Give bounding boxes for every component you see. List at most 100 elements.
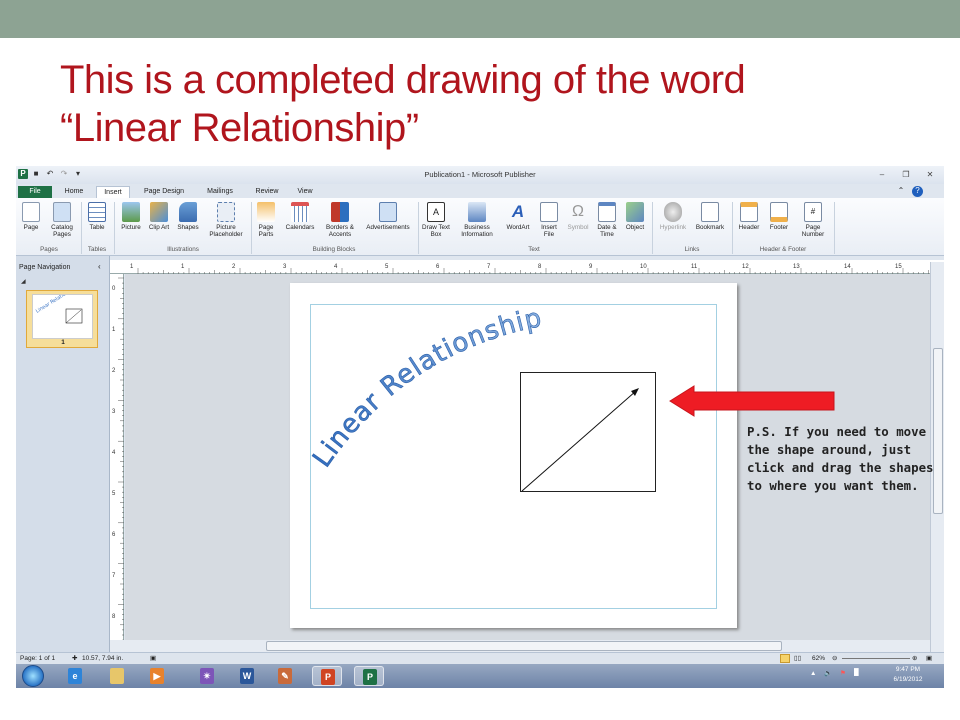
expand-triangle-icon[interactable]: ◢ [21, 278, 26, 285]
ruler-label: 3 [112, 409, 116, 415]
red-left-arrow [669, 385, 835, 417]
top-accent-band [0, 0, 960, 38]
window-title: Publication1 - Microsoft Publisher [424, 170, 536, 179]
tab-mailings[interactable]: Mailings [198, 186, 242, 198]
group-label-text: Text [528, 246, 540, 253]
object-button[interactable]: Object [622, 202, 648, 231]
ribbon: Page Catalog Pages Pages Table Tables Pi… [16, 198, 944, 256]
network-icon[interactable]: █ [854, 669, 859, 676]
object-size-icon: ▣ [150, 655, 157, 662]
tab-home[interactable]: Home [60, 186, 88, 198]
vertical-ruler-ticks: 0 1 2 3 4 5 6 7 8 [112, 277, 124, 641]
header-icon [740, 202, 758, 222]
footer-button[interactable]: Footer [766, 202, 792, 231]
single-page-view-icon[interactable] [780, 654, 790, 663]
word-icon[interactable]: W [232, 666, 262, 686]
zoom-out-icon[interactable]: ⊖ [832, 653, 837, 664]
shapes-button[interactable]: Shapes [174, 202, 202, 231]
business-information-button[interactable]: Business Information [454, 202, 500, 238]
calendars-button[interactable]: Calendars [282, 202, 318, 231]
two-page-view-icon[interactable]: ▯▯ [794, 653, 801, 664]
page-parts-button[interactable]: Page Parts [254, 202, 278, 238]
hyperlink-button[interactable]: Hyperlink [656, 202, 690, 231]
catalog-pages-button[interactable]: Catalog Pages [46, 202, 78, 238]
fit-page-icon[interactable]: ▣ [926, 653, 932, 664]
square-shape[interactable] [520, 372, 656, 492]
tab-file[interactable]: File [18, 186, 52, 198]
tab-review[interactable]: Review [250, 186, 284, 198]
action-center-icon[interactable]: ⚑ [840, 669, 846, 677]
publication-page[interactable]: Linear Relationship [290, 283, 737, 628]
page-number-button[interactable]: # Page Number [796, 202, 830, 238]
zoom-level[interactable]: 62% [812, 653, 825, 664]
ruler-label: 4 [334, 264, 338, 270]
ruler-label: 8 [538, 264, 542, 270]
borders-accents-button[interactable]: Borders & Accents [320, 202, 360, 238]
globe-icon [664, 202, 682, 222]
volume-icon[interactable]: 🔈 [824, 669, 832, 677]
picture-placeholder-icon [217, 202, 235, 222]
spider-app-icon[interactable]: ✴ [192, 666, 222, 686]
horizontal-scroll-thumb[interactable] [266, 641, 782, 651]
clip-art-button[interactable]: Clip Art [147, 202, 171, 231]
powerpoint-icon[interactable]: P [312, 666, 342, 686]
cursor-position-status: 10.57, 7.94 in. [82, 655, 124, 662]
group-label-header-footer: Header & Footer [759, 246, 807, 253]
paint-app-icon[interactable]: ✎ [270, 666, 300, 686]
symbol-button[interactable]: Ω Symbol [564, 202, 592, 231]
clock-date[interactable]: 6/19/2012 [886, 676, 930, 683]
help-icon[interactable]: ? [912, 186, 923, 197]
start-button-icon[interactable] [22, 665, 44, 687]
omega-icon: Ω [572, 203, 584, 220]
tray-expand-icon[interactable]: ▲ [810, 670, 816, 677]
page-thumbnail[interactable]: Linear Relationship 1 [26, 284, 98, 348]
minimize-ribbon-icon[interactable]: ⌃ [896, 186, 906, 196]
insert-file-icon [540, 202, 558, 222]
wordart-button[interactable]: A WordArt [502, 202, 534, 231]
tab-view[interactable]: View [290, 186, 320, 198]
horizontal-ruler[interactable]: 1 1 2 3 4 5 6 7 8 9 10 11 12 13 14 15 [110, 260, 944, 274]
ruler-label: 14 [844, 264, 851, 270]
zoom-in-icon[interactable]: ⊕ [912, 653, 917, 664]
tab-page-design[interactable]: Page Design [138, 186, 190, 198]
ruler-label: 7 [487, 264, 491, 270]
ruler-label: 13 [793, 264, 800, 270]
insert-file-button[interactable]: Insert File [536, 202, 562, 238]
page-navigation-pane: Page Navigation ‹ ◢ Linear Relationship … [16, 256, 110, 652]
internet-explorer-icon[interactable]: e [60, 666, 90, 686]
picture-button[interactable]: Picture [118, 202, 144, 231]
draw-text-box-button[interactable]: A Draw Text Box [420, 202, 452, 238]
collapse-pane-icon[interactable]: ‹ [98, 262, 101, 271]
diagonal-arrow-shape[interactable] [521, 373, 657, 493]
thumbnail-page: Linear Relationship [32, 284, 93, 339]
zoom-slider[interactable] [842, 658, 910, 659]
close-icon[interactable]: ✕ [922, 169, 938, 180]
header-button[interactable]: Header [736, 202, 762, 231]
minimize-icon[interactable]: – [874, 169, 890, 180]
page-count-status[interactable]: Page: 1 of 1 [20, 653, 55, 664]
picture-placeholder-button[interactable]: Picture Placeholder [204, 202, 248, 238]
advertisements-icon [379, 202, 397, 222]
bookmark-button[interactable]: Bookmark [692, 202, 728, 231]
wordart-text: Linear Relationship [307, 303, 545, 473]
ruler-label: 5 [112, 491, 116, 497]
group-separator [732, 202, 733, 254]
red-arrow-shape [669, 385, 835, 417]
vertical-ruler[interactable]: 0 1 2 3 4 5 6 7 8 [110, 274, 124, 641]
advertisements-button[interactable]: Advertisements [362, 202, 414, 231]
publisher-taskbar-icon[interactable]: P [354, 666, 384, 686]
table-button[interactable]: Table [85, 202, 109, 231]
media-player-icon[interactable]: ▶ [142, 666, 172, 686]
date-time-button[interactable]: Date & Time [594, 202, 620, 238]
ruler-label: 6 [112, 532, 116, 538]
text-box-icon: A [427, 202, 445, 222]
tab-insert[interactable]: Insert [96, 186, 130, 198]
restore-icon[interactable]: ❐ [898, 169, 914, 180]
page-button[interactable]: Page [20, 202, 42, 231]
status-bar: Page: 1 of 1 ✚ 10.57, 7.94 in. ▣ ▯▯ 62% … [16, 652, 944, 664]
ruler-label: 4 [112, 450, 116, 456]
page-number-icon: # [804, 202, 822, 222]
horizontal-scrollbar[interactable] [110, 640, 930, 652]
clock-time[interactable]: 9:47 PM [886, 666, 930, 673]
file-explorer-icon[interactable] [102, 666, 132, 686]
